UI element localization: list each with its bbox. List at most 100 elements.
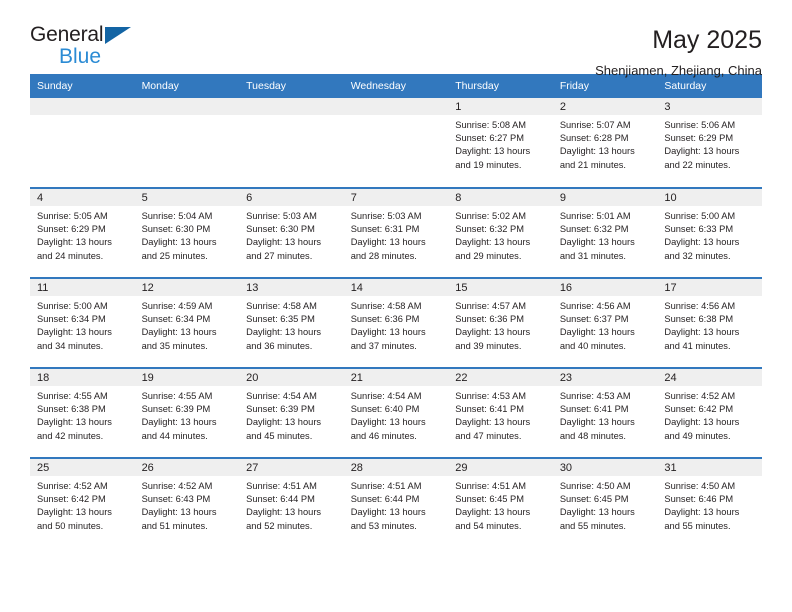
day-number: 7 (343, 189, 449, 206)
calendar-day-cell[interactable]: 26 Sunrise: 4:52 AM Sunset: 6:43 PM Dayligh… (134, 457, 240, 548)
calendar-day-cell[interactable]: 15 Sunrise: 4:57 AM Sunset: 6:36 PM Dayligh… (448, 277, 553, 368)
daylight-text-line2: and 31 minutes. (559, 250, 626, 261)
day-number: 30 (552, 459, 658, 476)
day-details: Sunrise: 5:06 AM Sunset: 6:29 PM Daylight:… (657, 115, 762, 172)
sunset-text: Sunset: 6:39 PM (141, 404, 211, 415)
sunset-text: Sunset: 6:29 PM (37, 224, 106, 235)
daylight-text-line1: Daylight: 13 hours (37, 327, 112, 338)
logo-primary-text: General (30, 23, 104, 46)
day-details: Sunrise: 4:51 AM Sunset: 6:45 PM Daylight:… (448, 476, 553, 533)
calendar-day-cell[interactable]: 2 Sunrise: 5:07 AM Sunset: 6:28 PM Daylight… (552, 98, 658, 188)
day-number: 1 (448, 98, 553, 115)
day-number: 22 (448, 369, 553, 386)
day-number: 5 (134, 189, 240, 206)
calendar-day-cell[interactable]: 11 Sunrise: 5:00 AM Sunset: 6:34 PM Dayligh… (30, 277, 135, 368)
sunrise-text: Sunrise: 4:50 AM (559, 481, 631, 491)
calendar-day-cell[interactable]: 25 Sunrise: 4:52 AM Sunset: 6:42 PM Dayligh… (30, 457, 135, 548)
calendar-day-cell[interactable]: 1 Sunrise: 5:08 AM Sunset: 6:27 PM Daylight… (448, 98, 553, 188)
page-header: General Blue May 2025 Shenjiamen, Zhejia… (30, 0, 762, 78)
sunrise-text: Sunrise: 4:52 AM (664, 391, 736, 401)
sunrise-text: Sunrise: 5:03 AM (350, 211, 422, 221)
daylight-text-line2: and 21 minutes. (559, 159, 626, 170)
calendar-day-cell[interactable]: 24 Sunrise: 4:52 AM Sunset: 6:42 PM Dayligh… (657, 367, 762, 458)
sunrise-text: Sunrise: 4:54 AM (246, 391, 317, 401)
calendar-day-cell[interactable]: 31 Sunrise: 4:50 AM Sunset: 6:46 PM Dayligh… (657, 457, 762, 548)
weekday-header-tuesday: Tuesday (239, 74, 344, 98)
sunset-text: Sunset: 6:34 PM (37, 314, 106, 325)
sunset-text: Sunset: 6:45 PM (455, 494, 524, 505)
calendar-day-cell[interactable]: 21 Sunrise: 4:54 AM Sunset: 6:40 PM Dayligh… (343, 367, 449, 458)
day-number: 3 (657, 98, 762, 115)
sunset-text: Sunset: 6:35 PM (246, 314, 315, 325)
day-number: 27 (239, 459, 344, 476)
calendar-day-cell[interactable]: 22 Sunrise: 4:53 AM Sunset: 6:41 PM Dayligh… (448, 367, 553, 458)
calendar-day-cell[interactable]: 29 Sunrise: 4:51 AM Sunset: 6:45 PM Dayligh… (448, 457, 553, 548)
daylight-text-line1: Daylight: 13 hours (141, 417, 217, 428)
day-details: Sunrise: 5:05 AM Sunset: 6:29 PM Daylight:… (30, 206, 135, 263)
sunset-text: Sunset: 6:37 PM (559, 314, 629, 325)
daylight-text-line1: Daylight: 13 hours (246, 417, 322, 428)
day-number: 19 (134, 369, 240, 386)
day-details: Sunrise: 4:56 AM Sunset: 6:37 PM Daylight:… (553, 296, 658, 353)
daylight-text-line1: Daylight: 13 hours (246, 237, 322, 248)
daylight-text-line1: Daylight: 13 hours (141, 327, 217, 338)
sunset-text: Sunset: 6:44 PM (350, 494, 420, 505)
day-number: 31 (657, 459, 762, 476)
day-details: Sunrise: 4:53 AM Sunset: 6:41 PM Daylight:… (448, 386, 553, 443)
sunset-text: Sunset: 6:43 PM (141, 494, 211, 505)
day-details: Sunrise: 4:55 AM Sunset: 6:38 PM Daylight:… (30, 386, 135, 443)
calendar-day-cell[interactable]: 6 Sunrise: 5:03 AM Sunset: 6:30 PM Daylight… (239, 187, 344, 278)
sunset-text: Sunset: 6:27 PM (455, 133, 524, 144)
day-number: 25 (30, 459, 135, 476)
sunset-text: Sunset: 6:44 PM (246, 494, 315, 505)
day-number: 2 (552, 98, 658, 115)
calendar-day-cell[interactable]: 28 Sunrise: 4:51 AM Sunset: 6:44 PM Dayligh… (343, 457, 449, 548)
day-details: Sunrise: 4:54 AM Sunset: 6:39 PM Daylight:… (239, 386, 344, 443)
sunset-text: Sunset: 6:36 PM (455, 314, 524, 325)
day-number (134, 98, 240, 115)
sunset-text: Sunset: 6:32 PM (455, 224, 524, 235)
calendar-day-cell[interactable]: 16 Sunrise: 4:56 AM Sunset: 6:37 PM Dayligh… (552, 277, 658, 368)
day-details: Sunrise: 5:03 AM Sunset: 6:31 PM Daylight:… (344, 206, 449, 263)
weekday-header-sunday: Sunday (30, 74, 135, 98)
calendar-day-cell[interactable]: 20 Sunrise: 4:54 AM Sunset: 6:39 PM Dayligh… (239, 367, 344, 458)
calendar-day-cell-empty (30, 98, 135, 188)
calendar-day-cell[interactable]: 27 Sunrise: 4:51 AM Sunset: 6:44 PM Dayligh… (239, 457, 344, 548)
weekday-header-wednesday: Wednesday (343, 74, 449, 98)
day-details: Sunrise: 4:52 AM Sunset: 6:43 PM Daylight:… (135, 476, 240, 533)
sunset-text: Sunset: 6:39 PM (246, 404, 315, 415)
calendar-day-cell[interactable]: 5 Sunrise: 5:04 AM Sunset: 6:30 PM Daylight… (134, 187, 240, 278)
calendar-day-cell[interactable]: 14 Sunrise: 4:58 AM Sunset: 6:36 PM Dayligh… (343, 277, 449, 368)
calendar-day-cell[interactable]: 12 Sunrise: 4:59 AM Sunset: 6:34 PM Dayligh… (134, 277, 240, 368)
daylight-text-line1: Daylight: 13 hours (664, 327, 740, 338)
day-number: 21 (343, 369, 449, 386)
day-number (30, 98, 135, 115)
daylight-text-line1: Daylight: 13 hours (455, 237, 531, 248)
calendar-day-cell[interactable]: 30 Sunrise: 4:50 AM Sunset: 6:45 PM Dayligh… (552, 457, 658, 548)
daylight-text-line1: Daylight: 13 hours (37, 417, 112, 428)
sunset-text: Sunset: 6:31 PM (350, 224, 420, 235)
sunrise-text: Sunrise: 4:52 AM (37, 481, 108, 491)
calendar-day-cell[interactable]: 3 Sunrise: 5:06 AM Sunset: 6:29 PM Daylight… (657, 98, 762, 188)
title-block: May 2025 Shenjiamen, Zhejiang, China (595, 24, 762, 78)
calendar-day-cell[interactable]: 9 Sunrise: 5:01 AM Sunset: 6:32 PM Daylight… (552, 187, 658, 278)
calendar-day-cell[interactable]: 17 Sunrise: 4:56 AM Sunset: 6:38 PM Dayligh… (657, 277, 762, 368)
calendar-day-cell[interactable]: 8 Sunrise: 5:02 AM Sunset: 6:32 PM Daylight… (448, 187, 553, 278)
day-number: 11 (30, 279, 135, 296)
calendar-day-cell[interactable]: 19 Sunrise: 4:55 AM Sunset: 6:39 PM Dayligh… (134, 367, 240, 458)
day-number: 24 (657, 369, 762, 386)
calendar-day-cell[interactable]: 4 Sunrise: 5:05 AM Sunset: 6:29 PM Daylight… (30, 187, 135, 278)
calendar-day-cell[interactable]: 18 Sunrise: 4:55 AM Sunset: 6:38 PM Dayligh… (30, 367, 135, 458)
calendar-day-cell[interactable]: 23 Sunrise: 4:53 AM Sunset: 6:41 PM Dayligh… (552, 367, 658, 458)
sunrise-text: Sunrise: 4:58 AM (350, 301, 422, 311)
brand-logo[interactable]: General Blue (30, 24, 150, 70)
day-number: 28 (343, 459, 449, 476)
day-number: 13 (239, 279, 344, 296)
calendar-day-cell[interactable]: 7 Sunrise: 5:03 AM Sunset: 6:31 PM Daylight… (343, 187, 449, 278)
calendar-day-cell[interactable]: 13 Sunrise: 4:58 AM Sunset: 6:35 PM Dayligh… (239, 277, 344, 368)
sunset-text: Sunset: 6:38 PM (664, 314, 734, 325)
day-details: Sunrise: 4:51 AM Sunset: 6:44 PM Daylight:… (344, 476, 449, 533)
day-details: Sunrise: 4:53 AM Sunset: 6:41 PM Daylight:… (553, 386, 658, 443)
sunset-text: Sunset: 6:46 PM (664, 494, 734, 505)
calendar-day-cell[interactable]: 10 Sunrise: 5:00 AM Sunset: 6:33 PM Dayligh… (657, 187, 762, 278)
